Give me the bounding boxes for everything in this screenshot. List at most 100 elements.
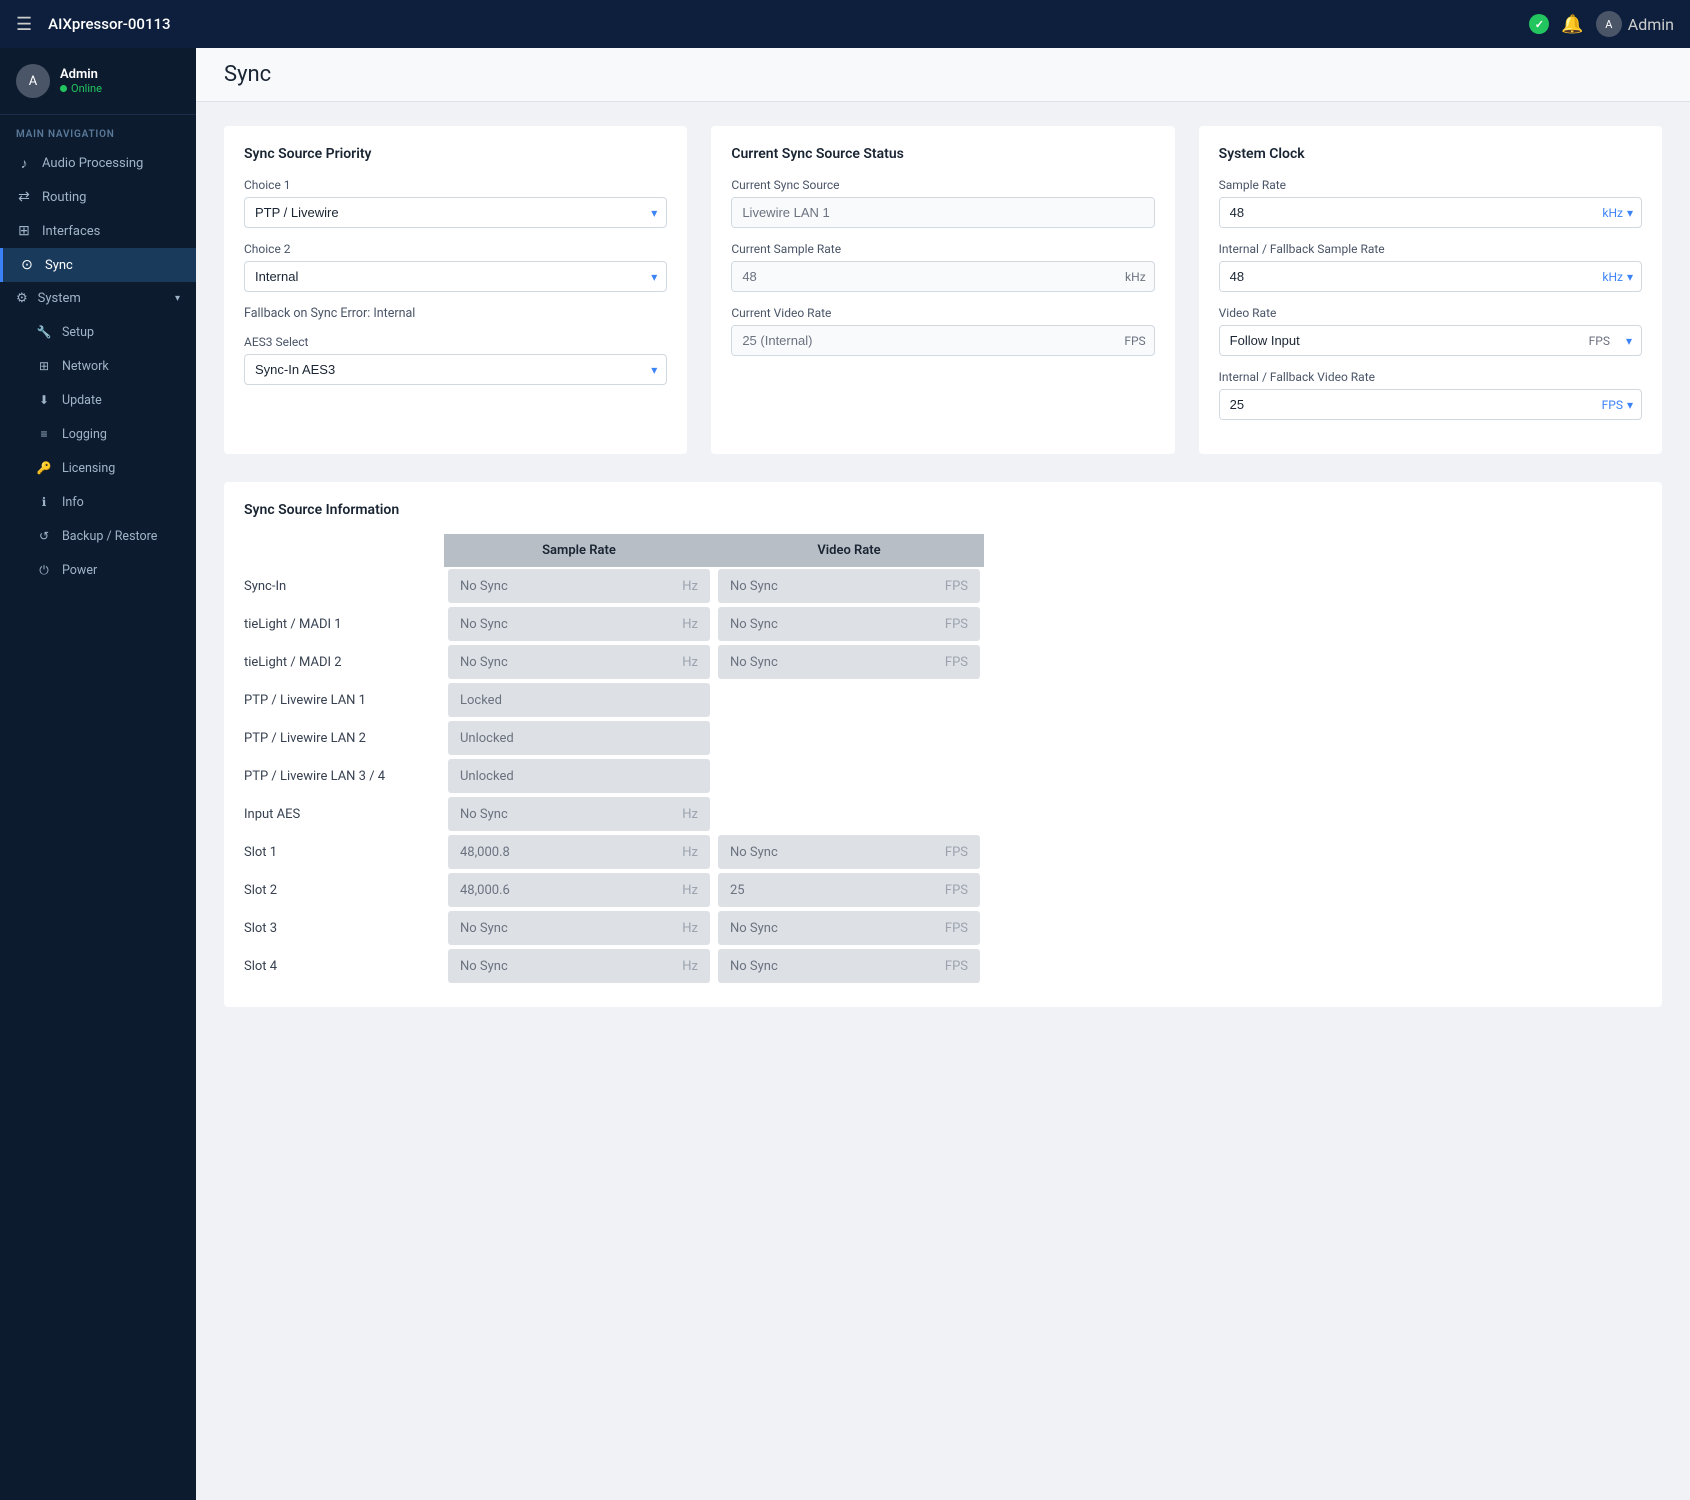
row-label: tieLight / MADI 1 <box>244 607 444 641</box>
tielight1-sr-unit: Hz <box>682 617 698 632</box>
sidebar-item-label: Logging <box>62 427 107 442</box>
sidebar-item-interfaces[interactable]: ⊞ Interfaces <box>0 214 196 248</box>
internal-fallback-video-rate-unit-select[interactable]: FPS ▾ <box>1594 391 1641 419</box>
content-area: Sync Source Priority Choice 1 PTP / Live… <box>196 102 1690 1031</box>
sidebar-item-label: Update <box>62 393 102 408</box>
row-label: Slot 2 <box>244 873 444 907</box>
input-aes-sr-unit: Hz <box>682 807 698 822</box>
chevron-down-icon: ▾ <box>175 293 180 304</box>
slot4-sr-unit: Hz <box>682 959 698 974</box>
sidebar-item-label: Info <box>62 495 84 510</box>
sample-rate-unit: kHz <box>1602 206 1623 220</box>
bell-icon[interactable]: 🔔 <box>1561 14 1583 35</box>
aes3-select-wrapper: Sync-In AES3 Input AES3 ▾ <box>244 354 667 385</box>
slot4-vr-unit: FPS <box>945 959 968 974</box>
slot2-vr-unit: FPS <box>945 883 968 898</box>
current-sync-status-heading: Current Sync Source Status <box>731 146 1154 162</box>
sidebar-item-routing[interactable]: ⇄ Routing <box>0 180 196 214</box>
sync-in-vr-value: No Sync <box>730 579 778 594</box>
sidebar-item-label: Backup / Restore <box>62 529 157 544</box>
video-rate-select[interactable]: Follow Input 25 30 29.97 <box>1219 325 1642 356</box>
choice2-select[interactable]: Internal PTP / Livewire Sync-In AES3 <box>244 261 667 292</box>
sidebar-item-setup[interactable]: 🔧 Setup <box>0 315 196 349</box>
current-sync-source-input <box>731 197 1154 228</box>
sample-rate-value[interactable] <box>1220 198 1595 227</box>
ptp-lan34-sr-value: Unlocked <box>460 769 514 784</box>
sidebar-user-info: Admin Online <box>60 67 102 95</box>
sidebar-item-label: Network <box>62 359 109 374</box>
table-row: PTP / Livewire LAN 2 Unlocked <box>244 721 1642 755</box>
sync-source-info-heading: Sync Source Information <box>244 502 1642 518</box>
slot4-sr-cell: No Sync Hz <box>448 949 710 983</box>
sidebar-item-network[interactable]: ⊞ Network <box>0 349 196 383</box>
table-row: PTP / Livewire LAN 1 Locked <box>244 683 1642 717</box>
table-row: Input AES No Sync Hz <box>244 797 1642 831</box>
choice1-select[interactable]: PTP / Livewire Internal Sync-In AES3 tie… <box>244 197 667 228</box>
current-sync-source-label: Current Sync Source <box>731 178 1154 192</box>
row-label: Slot 3 <box>244 911 444 945</box>
sidebar-avatar: A <box>16 64 50 98</box>
tielight1-sr-cell: No Sync Hz <box>448 607 710 641</box>
slot2-sr-unit: Hz <box>682 883 698 898</box>
tielight1-vr-unit: FPS <box>945 617 968 632</box>
internal-fallback-video-rate-unit: FPS <box>1602 398 1623 412</box>
system-clock-panel: System Clock Sample Rate kHz ▾ Interna <box>1199 126 1662 454</box>
sidebar-item-backup-restore[interactable]: ↺ Backup / Restore <box>0 519 196 553</box>
slot1-vr-cell: No Sync FPS <box>718 835 980 869</box>
sidebar-item-power[interactable]: ⏻ Power <box>0 553 196 587</box>
licensing-icon: 🔑 <box>36 460 52 476</box>
sidebar-item-system[interactable]: ⚙ System ▾ <box>0 282 196 315</box>
internal-fallback-sample-chevron-down-icon: ▾ <box>1627 270 1633 284</box>
sidebar-item-label: Sync <box>45 258 73 273</box>
sample-rate-input: kHz ▾ <box>1219 197 1642 228</box>
video-rate-group: Video Rate Follow Input 25 30 29.97 FPS … <box>1219 306 1642 356</box>
slot3-sr-value: No Sync <box>460 921 508 936</box>
menu-icon[interactable]: ☰ <box>16 14 32 35</box>
slot2-sr-value: 48,000.6 <box>460 883 510 898</box>
internal-fallback-video-rate-value[interactable] <box>1220 390 1594 419</box>
slot1-sr-value: 48,000.8 <box>460 845 510 860</box>
info-icon: ℹ <box>36 494 52 510</box>
device-title: AIXpressor-00113 <box>48 15 1513 33</box>
tielight2-sr-cell: No Sync Hz <box>448 645 710 679</box>
sidebar-user-section: A Admin Online <box>0 48 196 115</box>
table-row: Slot 1 48,000.8 Hz No Sync FPS <box>244 835 1642 869</box>
internal-fallback-sample-rate-input: kHz ▾ <box>1219 261 1642 292</box>
header-spacer <box>244 534 444 567</box>
internal-fallback-sample-rate-value[interactable] <box>1220 262 1595 291</box>
row-label: Sync-In <box>244 569 444 603</box>
sidebar-user-status: Online <box>60 82 102 95</box>
current-video-rate-value <box>732 326 1116 355</box>
sample-rate-chevron-down-icon: ▾ <box>1627 206 1633 220</box>
update-icon: ⬇ <box>36 392 52 408</box>
choice2-group: Choice 2 Internal PTP / Livewire Sync-In… <box>244 242 667 292</box>
choice1-group: Choice 1 PTP / Livewire Internal Sync-In… <box>244 178 667 228</box>
status-indicator <box>1529 14 1549 34</box>
sidebar-item-sync[interactable]: ⊙ Sync <box>0 248 196 282</box>
tielight2-sr-value: No Sync <box>460 655 508 670</box>
sidebar-item-logging[interactable]: ≡ Logging <box>0 417 196 451</box>
internal-fallback-video-rate-group: Internal / Fallback Video Rate FPS ▾ <box>1219 370 1642 420</box>
user-menu[interactable]: A Admin <box>1596 11 1674 37</box>
tielight2-vr-value: No Sync <box>730 655 778 670</box>
internal-fallback-sample-rate-unit-select[interactable]: kHz ▾ <box>1594 263 1641 291</box>
sidebar-item-licensing[interactable]: 🔑 Licensing <box>0 451 196 485</box>
slot3-vr-value: No Sync <box>730 921 778 936</box>
tielight1-sr-value: No Sync <box>460 617 508 632</box>
aes3-select[interactable]: Sync-In AES3 Input AES3 <box>244 354 667 385</box>
row-label: PTP / Livewire LAN 1 <box>244 683 444 717</box>
main-content: Sync Sync Source Priority Choice 1 PTP /… <box>196 48 1690 1500</box>
backup-icon: ↺ <box>36 528 52 544</box>
current-sample-rate-group: Current Sample Rate kHz <box>731 242 1154 292</box>
sidebar-item-audio-processing[interactable]: ♪ Audio Processing <box>0 146 196 180</box>
sync-in-vr-unit: FPS <box>945 579 968 594</box>
current-video-rate-group: Current Video Rate FPS <box>731 306 1154 356</box>
internal-fallback-video-rate-label: Internal / Fallback Video Rate <box>1219 370 1642 384</box>
sidebar-item-info[interactable]: ℹ Info <box>0 485 196 519</box>
sync-in-sr-unit: Hz <box>682 579 698 594</box>
sidebar-item-update[interactable]: ⬇ Update <box>0 383 196 417</box>
network-icon: ⊞ <box>36 358 52 374</box>
sample-rate-unit-select[interactable]: kHz ▾ <box>1594 199 1641 227</box>
slot2-sr-cell: 48,000.6 Hz <box>448 873 710 907</box>
sync-source-info-panel: Sync Source Information Sample Rate Vide… <box>224 482 1662 1007</box>
